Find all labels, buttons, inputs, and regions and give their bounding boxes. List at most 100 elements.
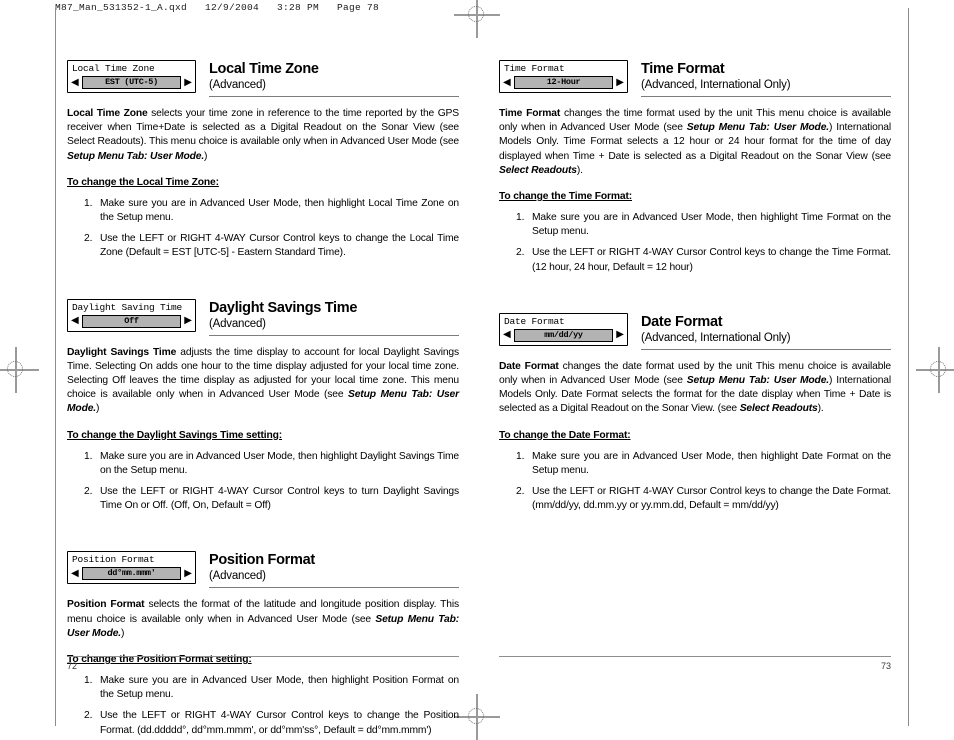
menu-widget-value-row[interactable]: ◀ Off ▶ <box>71 314 192 328</box>
section-title: Time Format <box>641 61 725 77</box>
section-subtitle: (Advanced, International Only) <box>641 331 791 344</box>
section-title: Position Format <box>209 552 315 569</box>
body-lead-term: Local Time Zone <box>67 108 148 119</box>
menu-widget-date-format[interactable]: Date Format ◀ mm/dd/yy ▶ <box>499 312 628 346</box>
steps-list: Make sure you are in Advanced User Mode,… <box>67 197 459 261</box>
step-item: Make sure you are in Advanced User Mode,… <box>527 450 891 478</box>
trim-line-right <box>908 8 909 726</box>
menu-widget-value-row[interactable]: ◀ 12-Hour ▶ <box>503 76 624 89</box>
section-subtitle: (Advanced) <box>209 79 266 91</box>
body-emphasis: Setup Menu Tab: User Mode. <box>686 375 829 387</box>
footer-divider <box>499 656 891 657</box>
section-body: Time Format changes the time format used… <box>499 107 891 178</box>
menu-widget-time-format[interactable]: Time Format ◀ 12-Hour ▶ <box>499 60 628 93</box>
step-item: Use the LEFT or RIGHT 4-WAY Cursor Contr… <box>95 709 459 737</box>
section-divider <box>641 348 891 350</box>
step-item: Make sure you are in Advanced User Mode,… <box>527 211 891 239</box>
left-arrow-icon[interactable]: ◀ <box>71 77 79 88</box>
step-item: Make sure you are in Advanced User Mode,… <box>95 674 459 702</box>
section-time-format: Time Format ◀ 12-Hour ▶ Time Format (Adv… <box>499 60 891 275</box>
section-heading-block: Daylight Savings Time (Advanced) <box>209 299 459 336</box>
footer-divider <box>67 656 459 657</box>
section-body: Daylight Savings Time adjusts the time d… <box>67 346 459 417</box>
registration-mark-icon <box>0 347 39 393</box>
body-text-tail: ) <box>204 150 208 162</box>
left-arrow-icon[interactable]: ◀ <box>71 568 79 579</box>
step-item: Use the LEFT or RIGHT 4-WAY Cursor Contr… <box>527 246 891 274</box>
footer-right: 73 <box>499 656 891 671</box>
howto-heading: To change the Daylight Savings Time sett… <box>67 429 283 441</box>
body-text-tail: ) <box>121 627 125 639</box>
menu-widget-position-format[interactable]: Position Format ◀ dd°mm.mmm' ▶ <box>67 551 196 585</box>
menu-widget-local-time-zone[interactable]: Local Time Zone ◀ EST (UTC-5) ▶ <box>67 60 196 93</box>
page-number: 73 <box>880 661 891 671</box>
trim-line-left <box>55 8 56 726</box>
section-subtitle: (Advanced, International Only) <box>641 79 791 91</box>
body-lead-term: Position Format <box>67 599 145 611</box>
section-heading-block: Position Format (Advanced) <box>209 551 459 589</box>
menu-widget-value: Off <box>81 314 182 328</box>
step-item: Make sure you are in Advanced User Mode,… <box>95 197 459 225</box>
section-date-format: Date Format ◀ mm/dd/yy ▶ Date Format (Ad… <box>499 312 891 514</box>
menu-widget-value: 12-Hour <box>513 76 614 89</box>
right-arrow-icon[interactable]: ▶ <box>616 77 624 88</box>
section-divider <box>209 96 459 97</box>
section-subtitle: (Advanced) <box>209 570 266 583</box>
steps-list: Make sure you are in Advanced User Mode,… <box>67 674 459 738</box>
howto-heading: To change the Time Format: <box>499 191 633 203</box>
menu-widget-title: Position Format <box>72 554 155 566</box>
section-local-time-zone: Local Time Zone ◀ EST (UTC-5) ▶ Local Ti… <box>67 60 459 261</box>
body-lead-term: Daylight Savings Time <box>67 346 177 358</box>
left-arrow-icon[interactable]: ◀ <box>71 316 79 326</box>
section-divider <box>209 587 459 589</box>
section-daylight-savings-time: Daylight Saving Time ◀ Off ▶ Daylight Sa… <box>67 298 459 514</box>
left-arrow-icon[interactable]: ◀ <box>503 330 511 340</box>
body-text-tail-2: ). <box>817 403 824 415</box>
footer-left: 72 <box>67 656 459 671</box>
section-title: Local Time Zone <box>209 61 319 77</box>
body-text-tail: ) <box>96 403 100 415</box>
section-header: Daylight Saving Time ◀ Off ▶ Daylight Sa… <box>67 298 459 336</box>
section-position-format: Position Format ◀ dd°mm.mmm' ▶ Position … <box>67 551 459 737</box>
menu-widget-title: Local Time Zone <box>72 63 155 74</box>
menu-widget-title: Daylight Saving Time <box>72 301 183 313</box>
body-lead-term: Time Format <box>499 108 561 119</box>
section-body: Position Format selects the format of th… <box>67 598 459 641</box>
menu-widget-value: dd°mm.mmm' <box>81 567 182 581</box>
right-arrow-icon[interactable]: ▶ <box>184 77 192 88</box>
right-arrow-icon[interactable]: ▶ <box>184 568 192 579</box>
right-arrow-icon[interactable]: ▶ <box>184 316 192 326</box>
page-right: Time Format ◀ 12-Hour ▶ Time Format (Adv… <box>499 60 891 513</box>
menu-widget-value-row[interactable]: ◀ dd°mm.mmm' ▶ <box>71 567 192 581</box>
menu-widget-value-row[interactable]: ◀ EST (UTC-5) ▶ <box>71 76 192 89</box>
menu-widget-value: EST (UTC-5) <box>81 76 182 89</box>
menu-widget-value-row[interactable]: ◀ mm/dd/yy ▶ <box>503 328 624 342</box>
section-heading-block: Date Format (Advanced, International Onl… <box>641 313 891 350</box>
registration-mark-icon <box>916 347 954 393</box>
howto-heading: To change the Local Time Zone: <box>67 176 219 188</box>
body-emphasis-2: Select Readouts <box>739 403 818 415</box>
section-header: Time Format ◀ 12-Hour ▶ Time Format (Adv… <box>499 60 891 97</box>
step-item: Use the LEFT or RIGHT 4-WAY Cursor Contr… <box>95 232 459 260</box>
page-number: 72 <box>67 661 78 671</box>
howto-heading: To change the Date Format: <box>499 429 631 441</box>
body-emphasis-2: Select Readouts <box>499 164 577 176</box>
body-emphasis: Setup Menu Tab: User Mode. <box>67 150 205 162</box>
section-divider <box>641 96 891 97</box>
right-arrow-icon[interactable]: ▶ <box>616 330 624 340</box>
step-item: Make sure you are in Advanced User Mode,… <box>95 450 459 478</box>
steps-list: Make sure you are in Advanced User Mode,… <box>499 211 891 275</box>
section-title: Date Format <box>641 313 723 330</box>
section-header: Date Format ◀ mm/dd/yy ▶ Date Format (Ad… <box>499 312 891 350</box>
section-body: Local Time Zone selects your time zone i… <box>67 107 459 164</box>
steps-list: Make sure you are in Advanced User Mode,… <box>499 450 891 514</box>
menu-widget-daylight-saving-time[interactable]: Daylight Saving Time ◀ Off ▶ <box>67 298 196 332</box>
prepress-header-stamp: M87_Man_531352-1_A.qxd 12/9/2004 3:28 PM… <box>55 2 380 13</box>
left-arrow-icon[interactable]: ◀ <box>503 77 511 88</box>
body-emphasis: Setup Menu Tab: User Mode. <box>686 122 829 134</box>
menu-widget-value: mm/dd/yy <box>513 328 614 342</box>
section-divider <box>209 334 459 336</box>
